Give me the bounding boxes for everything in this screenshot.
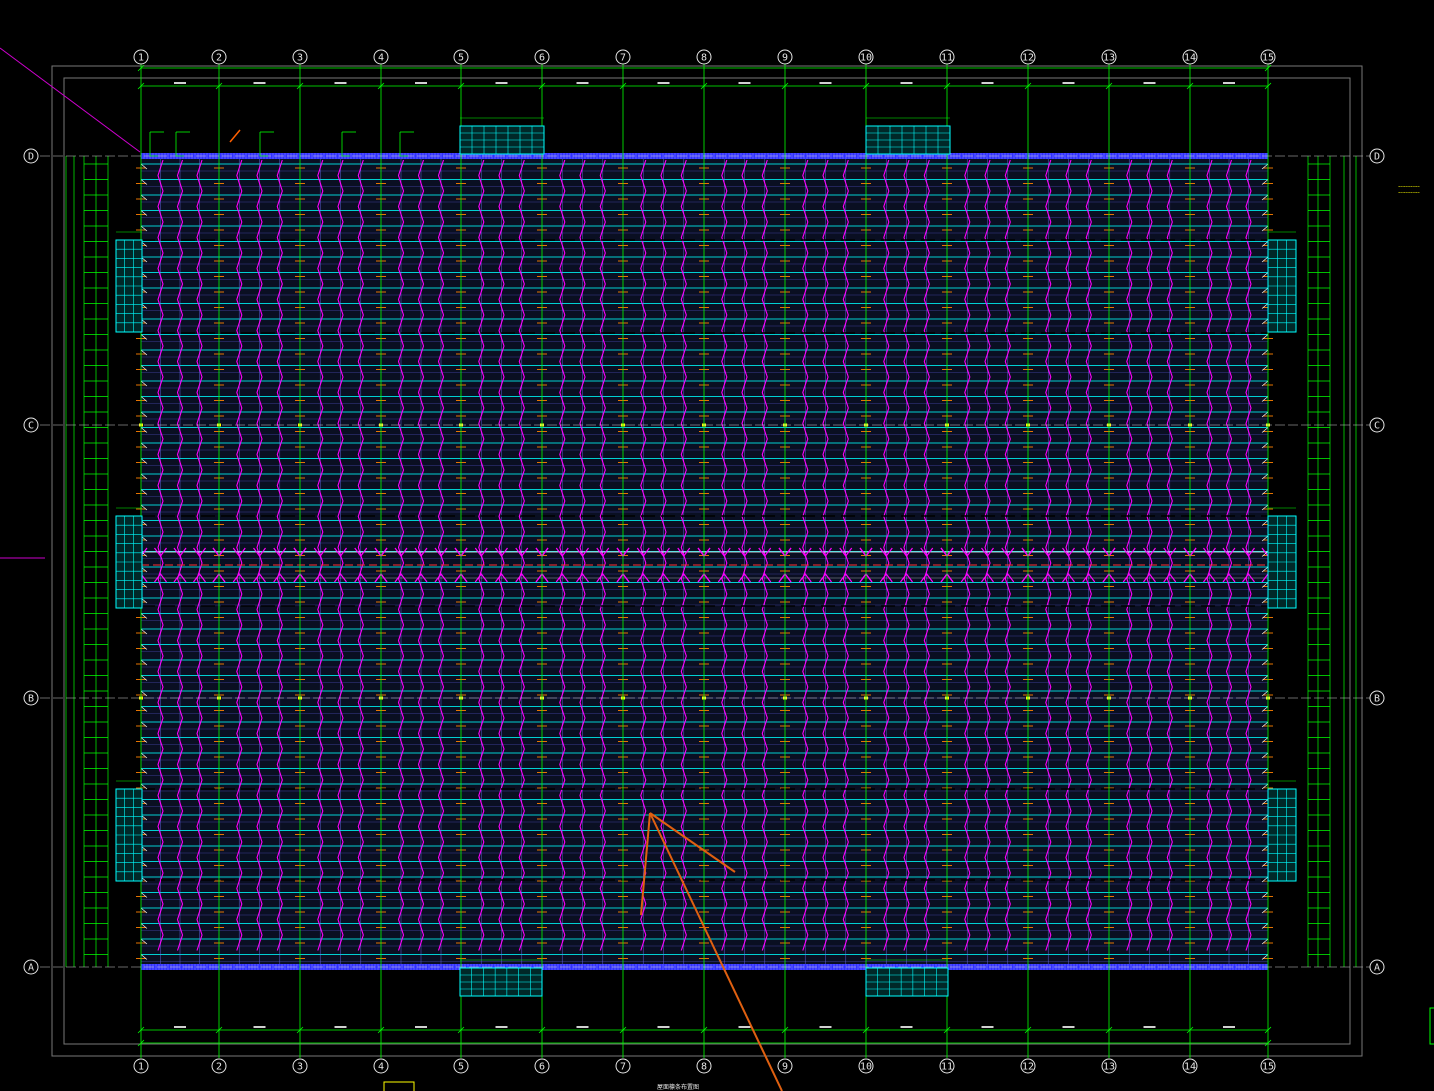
- dim-value-mark: [1223, 82, 1235, 84]
- dim-value-mark: [738, 82, 751, 84]
- axis-label-col-bottom: 7: [620, 1062, 626, 1073]
- roof-plan-area: [134, 153, 1275, 970]
- detail-block: [1267, 231, 1297, 333]
- dim-value-mark: [819, 1026, 832, 1028]
- svg-text:~~~~~~~~~: ~~~~~~~~~: [1398, 184, 1420, 189]
- dim-value-mark: [738, 1026, 751, 1028]
- dim-value-mark: [1143, 1026, 1156, 1028]
- axis-label-col-top: 3: [297, 53, 303, 64]
- axis-label-col-bottom: 10: [860, 1062, 872, 1073]
- dim-value-mark: [900, 82, 913, 84]
- drawing-title: 屋面檩条布置图: [657, 1083, 699, 1091]
- axis-label-col-bottom: 1: [138, 1062, 144, 1073]
- cad-drawing: 1122334455667788991010111112121313141415…: [0, 0, 1434, 1091]
- axis-label-col-bottom: 13: [1103, 1062, 1115, 1073]
- dim-value-mark: [981, 1026, 994, 1028]
- dim-value-mark: [1223, 1026, 1235, 1028]
- axis-label-col-bottom: 3: [297, 1062, 303, 1073]
- dim-value-mark: [576, 82, 589, 84]
- axis-label-col-bottom: 4: [378, 1062, 384, 1073]
- detail-block: [1267, 507, 1297, 609]
- dim-value-mark: [334, 1026, 347, 1028]
- axis-label-col-top: 10: [860, 53, 872, 64]
- dim-value-mark: [576, 1026, 589, 1028]
- axis-label-row-right: A: [1374, 963, 1380, 974]
- dim-value-mark: [981, 82, 994, 84]
- axis-label-col-top: 2: [216, 53, 222, 64]
- dim-value-mark: [657, 82, 670, 84]
- dim-value-mark: [819, 82, 832, 84]
- roof-fill: [141, 156, 1268, 967]
- detail-block: [115, 507, 143, 609]
- svg-text:~~~~~~~~~: ~~~~~~~~~: [1398, 190, 1420, 195]
- detail-block: [115, 780, 143, 882]
- axis-label-col-bottom: 11: [941, 1062, 953, 1073]
- axis-label-col-top: 9: [782, 53, 788, 64]
- dim-value-mark: [495, 1026, 508, 1028]
- axis-label-col-top: 11: [941, 53, 953, 64]
- axis-label-col-top: 12: [1022, 53, 1034, 64]
- axis-label-col-top: 14: [1184, 53, 1196, 64]
- dim-value-mark: [1062, 1026, 1075, 1028]
- dim-value-mark: [657, 1026, 670, 1028]
- dim-value-mark: [253, 1026, 266, 1028]
- dim-value-mark: [1143, 82, 1156, 84]
- axis-label-col-top: 8: [701, 53, 707, 64]
- axis-label-row-left: B: [28, 694, 34, 705]
- dim-value-mark: [495, 82, 508, 84]
- axis-label-col-top: 1: [138, 53, 144, 64]
- axis-label-row-left: C: [28, 421, 34, 432]
- axis-label-col-top: 5: [458, 53, 464, 64]
- axis-label-col-bottom: 6: [539, 1062, 545, 1073]
- axis-label-col-bottom: 9: [782, 1062, 788, 1073]
- axis-label-row-left: A: [28, 963, 34, 974]
- dim-value-mark: [253, 82, 266, 84]
- detail-block: [1267, 780, 1297, 882]
- dim-value-mark: [174, 1026, 186, 1028]
- axis-label-col-top: 7: [620, 53, 626, 64]
- axis-label-col-bottom: 8: [701, 1062, 707, 1073]
- axis-label-col-top: 4: [378, 53, 384, 64]
- axis-label-col-bottom: 12: [1022, 1062, 1034, 1073]
- dim-value-mark: [1062, 82, 1075, 84]
- axis-label-row-left: D: [28, 152, 34, 163]
- dim-value-mark: [334, 82, 347, 84]
- dim-value-mark: [415, 1026, 427, 1028]
- axis-label-col-bottom: 5: [458, 1062, 464, 1073]
- axis-label-col-bottom: 14: [1184, 1062, 1196, 1073]
- dim-value-mark: [174, 82, 186, 84]
- detail-block: [115, 231, 143, 333]
- axis-label-col-top: 15: [1262, 53, 1274, 64]
- axis-label-col-top: 6: [539, 53, 545, 64]
- axis-label-row-right: B: [1374, 694, 1380, 705]
- dim-value-mark: [415, 82, 427, 84]
- axis-label-row-right: D: [1374, 152, 1380, 163]
- axis-label-col-top: 13: [1103, 53, 1115, 64]
- axis-label-col-bottom: 15: [1262, 1062, 1274, 1073]
- dim-value-mark: [900, 1026, 913, 1028]
- axis-label-row-right: C: [1374, 421, 1380, 432]
- axis-label-col-bottom: 2: [216, 1062, 222, 1073]
